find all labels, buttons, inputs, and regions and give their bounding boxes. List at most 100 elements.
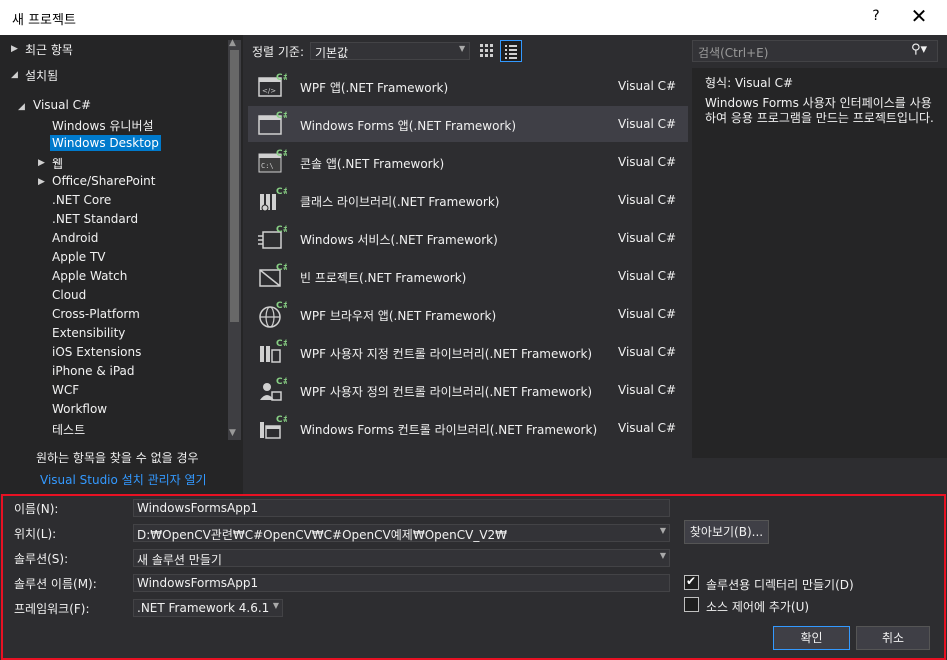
template-name: WPF 브라우저 앱(.NET Framework) — [300, 309, 497, 323]
expand-icon[interactable]: ▶ — [11, 44, 18, 54]
template-row[interactable]: C# WPF 사용자 정의 컨트롤 라이브러리(.NET Framework) … — [248, 372, 688, 408]
template-name: 클래스 라이브러리(.NET Framework) — [300, 195, 500, 209]
scroll-down-icon[interactable]: ▼ — [229, 428, 236, 438]
grid-view-icon[interactable] — [478, 42, 494, 58]
tree-item-net-standard[interactable]: .NET Standard — [52, 212, 138, 226]
wpf-browser-app-icon: C# — [259, 301, 287, 328]
tree-item-installed[interactable]: 설치됨 — [25, 67, 58, 84]
tree-item-extensibility[interactable]: Extensibility — [52, 326, 125, 340]
svg-text:C#: C# — [276, 111, 287, 121]
template-row[interactable]: C:\ C# 콘솔 앱(.NET Framework) Visual C# — [248, 144, 688, 180]
template-name: WPF 사용자 지정 컨트롤 라이브러리(.NET Framework) — [300, 347, 593, 361]
template-row[interactable]: C# 빈 프로젝트(.NET Framework) Visual C# — [248, 258, 688, 294]
expand-icon[interactable]: ▶ — [38, 158, 45, 168]
type-line: 형식: Visual C# — [705, 74, 793, 91]
console-app-icon: C:\ C# — [258, 149, 287, 173]
template-row-selected[interactable]: C# Windows Forms 앱(.NET Framework) Visua… — [248, 106, 688, 142]
tree-item-recent[interactable]: 최근 항목 — [25, 41, 73, 58]
description-panel: 형식: Visual C# Windows Forms 사용자 인터페이스를 사… — [692, 68, 947, 458]
template-row[interactable]: C# </> WPF 앱(.NET Framework) Visual C# — [248, 68, 688, 104]
search-placeholder: 검색(Ctrl+E) — [698, 46, 769, 60]
template-language: Visual C# — [618, 307, 677, 321]
collapse-icon[interactable]: ◢ — [11, 70, 18, 80]
svg-text:C#: C# — [276, 415, 287, 425]
template-name: WPF 사용자 정의 컨트롤 라이브러리(.NET Framework) — [300, 385, 593, 399]
tree-item-office-sharepoint[interactable]: Office/SharePoint — [52, 174, 156, 188]
not-found-text: 원하는 항목을 찾을 수 없을 경우 — [36, 451, 199, 465]
template-language: Visual C# — [618, 193, 677, 207]
template-row[interactable]: C# Windows Forms 컨트롤 라이브러리(.NET Framewor… — [248, 410, 688, 446]
template-language: Visual C# — [618, 345, 677, 359]
tree-scrollbar-thumb[interactable] — [230, 50, 239, 322]
tree-item-android[interactable]: Android — [52, 231, 98, 245]
sort-label: 정렬 기준: — [252, 45, 305, 59]
highlight-frame — [1, 494, 946, 660]
template-row[interactable]: C# WPF 사용자 지정 컨트롤 라이브러리(.NET Framework) … — [248, 334, 688, 370]
tree-item-apple-watch[interactable]: Apple Watch — [52, 269, 127, 283]
type-label: 형식: — [705, 76, 732, 90]
chevron-down-icon: ▼ — [459, 44, 466, 53]
svg-text:C#: C# — [276, 263, 287, 273]
template-language: Visual C# — [618, 231, 677, 245]
dialog-title: 새 프로젝트 — [12, 13, 76, 28]
template-name: WPF 앱(.NET Framework) — [300, 81, 449, 95]
template-language: Visual C# — [618, 79, 677, 93]
svg-text:C#: C# — [276, 187, 287, 197]
template-row[interactable]: C# WPF 브라우저 앱(.NET Framework) Visual C# — [248, 296, 688, 332]
template-name: Windows Forms 컨트롤 라이브러리(.NET Framework) — [300, 423, 598, 437]
template-name: 빈 프로젝트(.NET Framework) — [300, 271, 467, 285]
wpf-app-icon: C# </> — [258, 73, 287, 97]
expand-icon[interactable]: ▶ — [38, 177, 45, 187]
list-view-icon[interactable] — [500, 40, 522, 62]
category-tree: ▶ 최근 항목 ◢ 설치됨 ◢ Visual C# Windows 유니버설 W… — [0, 35, 243, 494]
tree-item-wcf[interactable]: WCF — [52, 383, 79, 397]
help-button[interactable]: ? — [868, 8, 884, 24]
tree-item-workflow[interactable]: Workflow — [52, 402, 107, 416]
template-language: Visual C# — [618, 269, 677, 283]
template-name: Windows 서비스(.NET Framework) — [300, 233, 498, 247]
windows-service-icon: C# — [258, 225, 287, 249]
svg-text:C#: C# — [276, 377, 287, 387]
template-language: Visual C# — [618, 383, 677, 397]
search-icon[interactable]: ⚲▾ — [911, 42, 927, 57]
collapse-icon[interactable]: ◢ — [18, 102, 25, 112]
template-row[interactable]: C# 클래스 라이브러리(.NET Framework) Visual C# — [248, 182, 688, 218]
tree-item-test[interactable]: 테스트 — [52, 421, 85, 435]
svg-text:C#: C# — [276, 73, 287, 83]
sort-dropdown[interactable]: 기본값 ▼ — [310, 42, 470, 60]
template-language: Visual C# — [618, 117, 677, 131]
title-bar: 새 프로젝트 ? ✕ — [0, 0, 947, 35]
template-row[interactable]: C# Windows 서비스(.NET Framework) Visual C# — [248, 220, 688, 256]
tree-item-cross-platform[interactable]: Cross-Platform — [52, 307, 140, 321]
template-list: C# </> WPF 앱(.NET Framework) Visual C# C… — [243, 68, 690, 458]
tree-item-apple-tv[interactable]: Apple TV — [52, 250, 106, 264]
tree-item-windows-desktop[interactable]: Windows Desktop — [50, 135, 161, 151]
svg-text:C#: C# — [276, 301, 287, 311]
svg-text:C:\: C:\ — [261, 162, 274, 170]
windows-forms-control-library-icon: C# — [260, 415, 287, 439]
tree-item-web[interactable]: 웹 — [52, 155, 63, 172]
svg-text:C#: C# — [276, 339, 287, 349]
tree-item-visual-csharp[interactable]: Visual C# — [33, 98, 91, 112]
sort-value: 기본값 — [315, 46, 349, 60]
search-input[interactable]: 검색(Ctrl+E) ⚲▾ — [692, 40, 938, 62]
tree-item-iphone-ipad[interactable]: iPhone & iPad — [52, 364, 135, 378]
tree-item-windows-universal[interactable]: Windows 유니버설 — [52, 117, 154, 134]
description-text: Windows Forms 사용자 인터페이스를 사용하여 응용 프로그램을 만… — [705, 96, 934, 125]
type-value: Visual C# — [734, 76, 794, 90]
installer-link[interactable]: Visual Studio 설치 관리자 열기 — [40, 471, 207, 488]
template-name: 콘솔 앱(.NET Framework) — [300, 157, 445, 171]
tree-item-cloud[interactable]: Cloud — [52, 288, 86, 302]
svg-text:C#: C# — [276, 149, 287, 159]
template-name: Windows Forms 앱(.NET Framework) — [300, 119, 517, 133]
svg-text:</>: </> — [262, 87, 276, 95]
wpf-user-control-library-icon: C# — [260, 377, 287, 401]
svg-text:C#: C# — [276, 225, 287, 235]
close-button[interactable]: ✕ — [908, 4, 930, 28]
class-library-icon: C# — [260, 187, 287, 212]
template-language: Visual C# — [618, 155, 677, 169]
tree-item-ios-extensions[interactable]: iOS Extensions — [52, 345, 141, 359]
wpf-custom-control-library-icon: C# — [260, 339, 287, 363]
tree-item-net-core[interactable]: .NET Core — [52, 193, 111, 207]
scroll-up-icon[interactable]: ▲ — [229, 38, 236, 48]
